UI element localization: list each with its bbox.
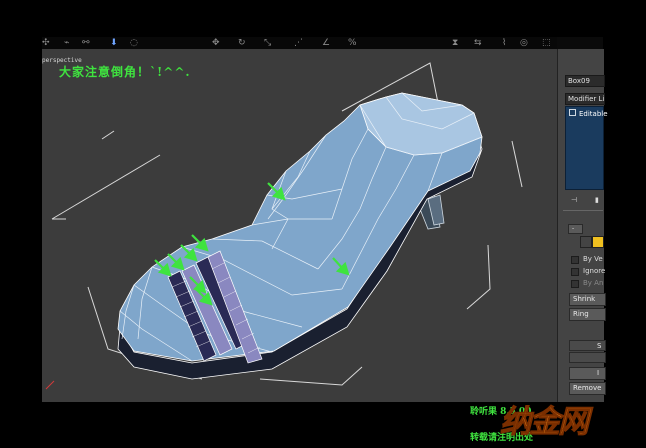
viewport-canvas <box>45 62 523 390</box>
snap-icon[interactable]: ⋰ <box>294 37 303 49</box>
by-vertex-label: By Ve <box>583 255 603 263</box>
shrink-button[interactable]: Shrink <box>569 293 606 306</box>
pin-stack-icon[interactable]: ⊣ <box>571 195 577 205</box>
move-icon[interactable]: ✥ <box>212 37 220 49</box>
stack-item-label: Editable <box>579 110 608 118</box>
show-end-result-icon[interactable]: ▮ <box>595 195 599 205</box>
expand-icon[interactable] <box>569 109 576 116</box>
stack-item-editable[interactable]: Editable <box>569 109 608 119</box>
axis-tripod <box>45 380 55 390</box>
insert-label: I <box>597 369 600 377</box>
ring-button[interactable]: Ring <box>569 308 606 321</box>
curve-editor-icon[interactable]: ⌇ <box>502 37 506 49</box>
align-icon[interactable]: ⇆ <box>474 37 482 49</box>
ignore-backfacing-label: Ignore <box>583 267 606 275</box>
rotate-icon[interactable]: ↻ <box>238 37 246 49</box>
by-angle-label: By An <box>583 279 604 287</box>
edit-edges-rollout[interactable] <box>569 352 606 363</box>
material-editor-icon[interactable]: ◎ <box>520 37 528 49</box>
vertex-mode-icon[interactable] <box>580 236 592 248</box>
soft-selection-rollout[interactable]: S <box>569 340 606 351</box>
rollout-collapse-button[interactable]: - <box>568 224 583 234</box>
object-name-field[interactable]: Box09 <box>565 75 605 87</box>
panel-divider <box>563 210 603 211</box>
select-region-icon[interactable]: ◌ <box>130 37 138 49</box>
shoe-model <box>117 92 483 380</box>
edge-mode-icon[interactable] <box>592 236 604 248</box>
main-toolbar: ✣ ⌁ ⚯ ⬇ ◌ ✥ ↻ ⤡ ⋰ ∠ % ⧗ ⇆ ⌇ ◎ ⬚ <box>42 37 560 49</box>
percent-snap-icon[interactable]: % <box>348 37 357 49</box>
mirror-icon[interactable]: ⧗ <box>452 37 458 49</box>
angle-snap-icon[interactable]: ∠ <box>322 37 330 49</box>
remove-button[interactable]: Remove <box>569 382 606 395</box>
bind-icon[interactable]: ⚯ <box>82 37 90 49</box>
rollout-label: S <box>597 342 602 350</box>
by-vertex-checkbox[interactable] <box>571 256 579 264</box>
annotation-note: 大家注意倒角！`!^^. <box>59 65 191 79</box>
select-link-icon[interactable]: ✣ <box>42 37 50 49</box>
by-angle-checkbox[interactable] <box>571 280 579 288</box>
scale-icon[interactable]: ⤡ <box>264 37 271 49</box>
command-panel-header <box>557 37 603 49</box>
insert-vertex-button[interactable]: I <box>569 367 606 380</box>
select-object-icon[interactable]: ⬇ <box>110 37 118 49</box>
render-icon[interactable]: ⬚ <box>542 37 551 49</box>
modifier-list-dropdown[interactable]: Modifier List <box>565 93 605 105</box>
site-logo: 纳金网 <box>500 404 590 441</box>
ignore-backfacing-checkbox[interactable] <box>571 268 579 276</box>
perspective-viewport[interactable]: perspective 大家注意倒角！`!^^. <box>42 49 557 402</box>
unlink-icon[interactable]: ⌁ <box>64 37 69 49</box>
